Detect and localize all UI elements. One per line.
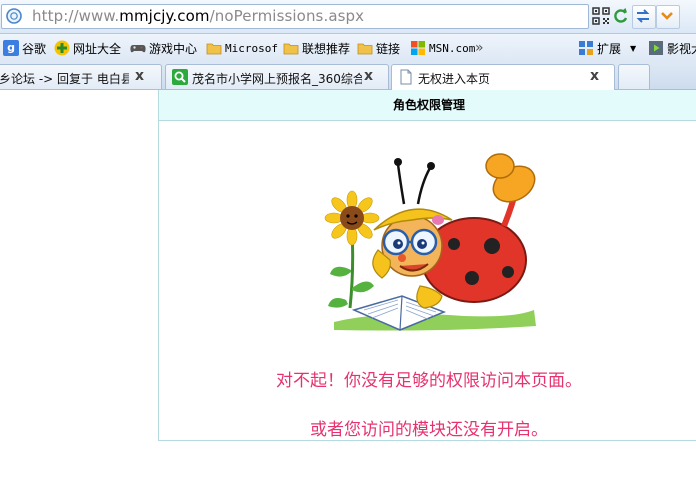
- video-label: 影视大: [667, 41, 696, 56]
- tab-no-permission[interactable]: 无权进入本页 x: [391, 64, 615, 91]
- ladybug-reading-illustration: [324, 153, 536, 331]
- close-icon[interactable]: x: [364, 68, 373, 84]
- page-globe-icon: [6, 8, 22, 24]
- bookmark-microsoft-folder[interactable]: Microsof: [206, 40, 278, 56]
- dropdown-button[interactable]: [656, 5, 680, 29]
- bookmark-directory[interactable]: 网址大全: [54, 40, 121, 56]
- bookmark-label: 链接: [376, 41, 401, 56]
- google-icon: g: [3, 40, 19, 56]
- switch-arrows-icon: [636, 9, 650, 23]
- url-prefix: http://www.: [32, 7, 120, 25]
- tab-forum[interactable]: 乡论坛 -> 回复于 电白县 x: [0, 64, 162, 89]
- folder-icon: [357, 43, 373, 55]
- extensions-icon: [579, 41, 593, 55]
- qr-code-icon[interactable]: [590, 5, 612, 27]
- close-icon[interactable]: x: [590, 68, 599, 84]
- gamepad-icon: [130, 45, 146, 53]
- search-icon: [172, 69, 188, 85]
- bookmark-label: 联想推荐: [302, 41, 351, 56]
- url-path: /noPermissions.aspx: [209, 7, 365, 25]
- bookmark-label: Microsof: [225, 41, 278, 55]
- bookmark-label: 谷歌: [22, 41, 47, 56]
- tab-registration[interactable]: 茂名市小学网上预报名_360综合 x: [165, 64, 389, 89]
- double-chevron-icon: »: [475, 40, 484, 56]
- bookmark-label: 游戏中心: [149, 41, 198, 56]
- close-icon[interactable]: x: [135, 68, 144, 84]
- msn-icon: [411, 41, 425, 55]
- extensions-button[interactable]: 扩展 ▼: [578, 40, 636, 56]
- chevron-down-icon: [661, 12, 673, 20]
- tab-label: 无权进入本页: [418, 72, 491, 86]
- bookmark-msn[interactable]: MSN.com: [410, 40, 475, 56]
- tab-strip: 乡论坛 -> 回复于 电白县 x 茂名市小学网上预报名_360综合 x 无权进入…: [0, 62, 696, 91]
- tab-label: 乡论坛 -> 回复于 电白县: [0, 72, 129, 86]
- folder-icon: [283, 43, 299, 55]
- tab-label: 茂名市小学网上预报名_360综合: [192, 72, 362, 86]
- bookmark-google[interactable]: g 谷歌: [3, 40, 46, 56]
- bookmark-label: MSN.com: [429, 41, 476, 55]
- extensions-label: 扩展: [597, 41, 622, 56]
- bookmark-label: 网址大全: [73, 41, 122, 56]
- page-icon: [400, 69, 412, 85]
- bookmark-links-folder[interactable]: 链接: [357, 40, 400, 56]
- bookmarks-bar: g 谷歌 网址大全 游戏中心 Microsof 联想推荐 链接 MSN.com …: [0, 34, 696, 62]
- chevron-down-icon: ▼: [630, 43, 637, 53]
- url-field[interactable]: http://www.mmjcjy.com/noPermissions.aspx: [1, 4, 589, 29]
- url-domain: mmjcjy.com: [119, 7, 210, 25]
- refresh-icon[interactable]: [610, 5, 632, 27]
- module-disabled-message: 或者您访问的模块还没有开启。: [310, 420, 548, 440]
- directory-icon: [54, 40, 70, 56]
- bookmark-games[interactable]: 游戏中心: [130, 40, 197, 56]
- address-bar: http://www.mmjcjy.com/noPermissions.aspx: [0, 0, 696, 34]
- panel-header: 角色权限管理: [159, 90, 696, 121]
- no-permission-message: 对不起！你没有足够的权限访问本页面。: [276, 371, 582, 391]
- bookmarks-overflow-button[interactable]: »: [475, 40, 484, 56]
- video-icon: [649, 41, 663, 55]
- new-tab-button[interactable]: [618, 64, 650, 89]
- folder-icon: [206, 43, 222, 55]
- permission-panel: 角色权限管理 对不起！你没有足够的权限访问本页面。 或者您访问的模块还没有开启。: [158, 90, 696, 441]
- compat-mode-button[interactable]: [632, 5, 656, 29]
- url-text[interactable]: http://www.mmjcjy.com/noPermissions.aspx: [32, 7, 364, 25]
- bookmark-lenovo-folder[interactable]: 联想推荐: [283, 40, 350, 56]
- video-button[interactable]: 影视大: [648, 40, 696, 56]
